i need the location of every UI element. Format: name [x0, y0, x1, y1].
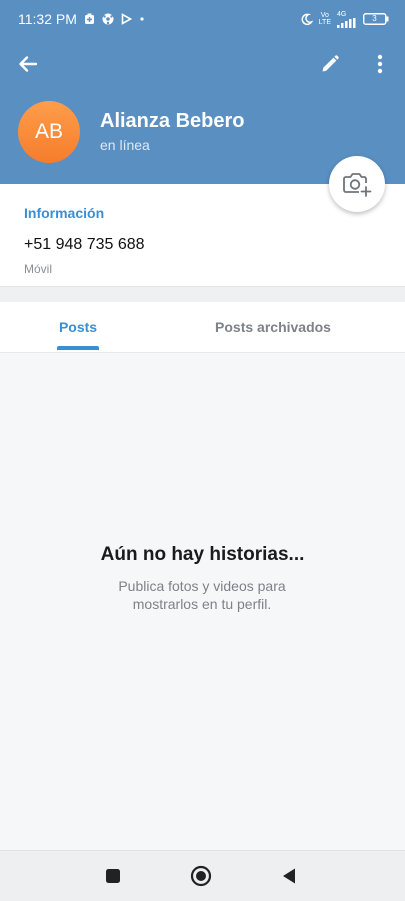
- battery-icon: 3: [363, 13, 389, 25]
- set-photo-button[interactable]: [329, 156, 385, 212]
- signal-label: 4G: [337, 10, 347, 18]
- back-button[interactable]: [10, 46, 46, 82]
- play-store-icon: [121, 13, 132, 25]
- tab-posts[interactable]: Posts: [28, 302, 128, 352]
- triangle-back-icon: [283, 868, 295, 884]
- active-tab-indicator: [57, 346, 99, 350]
- battery-level: 3: [372, 14, 377, 23]
- notification-dot-icon: [139, 16, 145, 22]
- recents-button[interactable]: [98, 861, 128, 891]
- edit-button[interactable]: [312, 46, 348, 82]
- section-divider: [0, 286, 405, 303]
- empty-state-title: Aún no hay historias...: [100, 544, 305, 565]
- avatar[interactable]: AB: [18, 101, 80, 163]
- square-icon: [106, 869, 120, 883]
- signal-indicator: 4G: [337, 11, 357, 28]
- battery-saver-icon: [84, 13, 95, 25]
- empty-state-subtitle: Publica fotos y videos para mostrarlos e…: [118, 578, 286, 612]
- home-button[interactable]: [186, 861, 216, 891]
- status-time: 11:32 PM: [18, 11, 77, 27]
- home-circle-icon: [190, 865, 212, 887]
- more-options-button[interactable]: [362, 46, 398, 82]
- phone-number[interactable]: +51 948 735 688: [24, 236, 145, 254]
- arrow-back-icon: [19, 56, 38, 72]
- system-navigation-bar: [0, 850, 405, 901]
- back-nav-button[interactable]: [274, 861, 304, 891]
- more-vertical-icon: [377, 54, 383, 74]
- signal-icon: [337, 17, 356, 28]
- volte-top: Vo: [320, 12, 329, 19]
- status-bar: 11:32 PM Vo LTE 4G 3: [0, 0, 405, 38]
- profile-status: en línea: [100, 137, 150, 153]
- status-bar-right: Vo LTE 4G 3: [300, 11, 389, 28]
- posts-content: Aún no hay historias... Publica fotos y …: [0, 353, 405, 850]
- profile-name: Alianza Bebero: [100, 110, 245, 132]
- moon-icon: [300, 13, 313, 26]
- volte-indicator: Vo LTE: [319, 12, 331, 26]
- soccer-ball-icon: [102, 13, 114, 25]
- camera-plus-icon: [343, 173, 372, 197]
- volte-bottom: LTE: [318, 19, 331, 26]
- avatar-initials: AB: [34, 120, 63, 143]
- tab-archived-posts[interactable]: Posts archivados: [200, 302, 346, 352]
- info-title: Información: [24, 205, 105, 221]
- status-bar-left: 11:32 PM: [18, 11, 145, 27]
- phone-label: Móvil: [24, 262, 53, 276]
- pencil-icon: [322, 55, 339, 72]
